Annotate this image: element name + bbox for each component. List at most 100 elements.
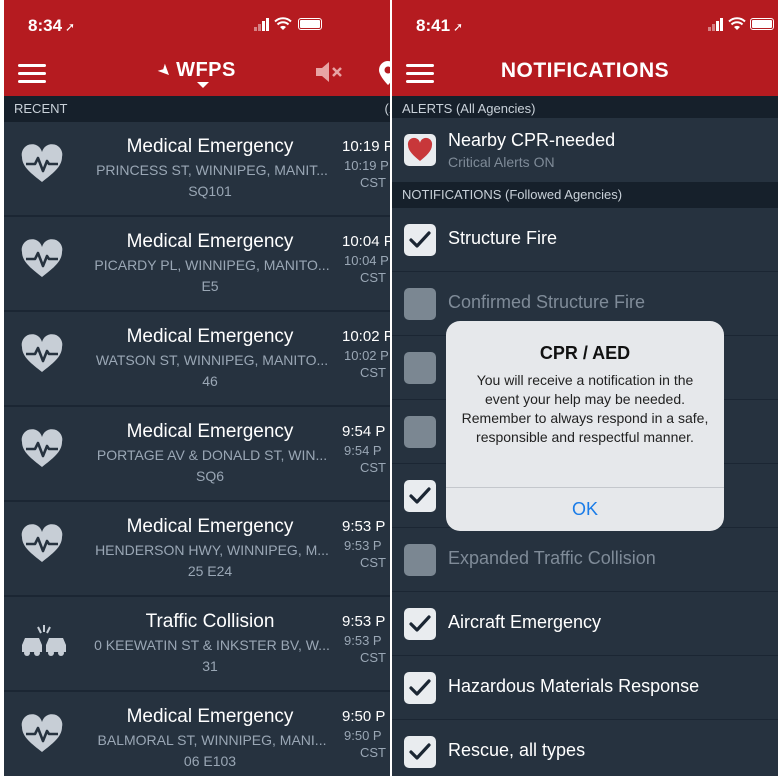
incident-time: 9:50 P — [342, 708, 386, 725]
signal-bar-icon — [258, 24, 261, 31]
incident-timezone: CST — [360, 365, 386, 380]
incident-units: 25 E24 — [187, 563, 233, 579]
incident-row[interactable]: Medical Emergency PRINCESS ST, WINNIPEG, … — [4, 122, 390, 216]
notification-row[interactable]: Aircraft Emergency — [392, 592, 778, 656]
heart-pulse-icon — [20, 334, 64, 374]
signal-bar-icon — [254, 27, 257, 31]
checkbox[interactable] — [404, 608, 436, 640]
incident-address: 0 KEEWATIN ST & INKSTER BV, W... — [94, 637, 330, 653]
notification-row[interactable]: Structure Fire — [392, 208, 778, 272]
heart-icon — [407, 137, 433, 161]
incident-timezone: CST — [360, 270, 386, 285]
incident-address: BALMORAL ST, WINNIPEG, MANI... — [97, 732, 327, 748]
right-phone-screen: 8:41 ➚ NOTIFICATIONS ALERTS (All Agencies… — [392, 0, 778, 776]
incident-units: SQ6 — [195, 468, 224, 484]
notification-label: Rescue, all types — [448, 740, 586, 760]
checkmark-icon — [409, 487, 431, 504]
incident-time: 9:53 P — [342, 518, 386, 535]
checkbox[interactable] — [404, 480, 436, 512]
checkbox[interactable] — [404, 352, 436, 384]
incident-time: 10:19 P — [342, 138, 390, 155]
incident-timezone: CST — [360, 555, 386, 570]
notification-row[interactable]: Expanded Traffic Collision — [392, 528, 778, 592]
chevron-down-icon[interactable] — [197, 82, 209, 88]
notification-row[interactable]: Rescue, all types — [392, 720, 778, 776]
incident-row[interactable]: Medical Emergency PORTAGE AV & DONALD ST,… — [4, 407, 390, 501]
incident-title: Medical Emergency — [126, 421, 294, 442]
incident-title: Medical Emergency — [126, 136, 294, 157]
incident-row[interactable]: Traffic Collision 0 KEEWATIN ST & INKSTER… — [4, 597, 390, 691]
status-time: 8:41 ➚ — [416, 16, 464, 35]
signal-bar-icon — [262, 21, 265, 31]
page-title: NOTIFICATIONS — [500, 59, 670, 82]
status-bar: 8:34 ➚ — [4, 0, 390, 46]
incident-units: E5 — [201, 278, 219, 294]
incident-time: 9:53 P — [342, 613, 386, 630]
status-icons — [254, 17, 390, 31]
heart-pulse-icon — [20, 524, 64, 564]
speaker-mute-icon[interactable] — [314, 60, 344, 84]
car-crash-icon — [20, 619, 66, 659]
heart-pulse-icon — [20, 239, 64, 279]
cpr-toggle[interactable] — [404, 134, 436, 166]
incident-units: SQ101 — [188, 183, 232, 199]
checkbox[interactable] — [404, 224, 436, 256]
ok-button[interactable]: OK — [446, 488, 724, 531]
nav-bar: NOTIFICATIONS — [392, 46, 778, 96]
cpr-subtitle: Critical Alerts ON — [448, 154, 555, 170]
heart-pulse-icon — [20, 144, 64, 184]
notification-label: Aircraft Emergency — [448, 612, 602, 632]
incident-title: Traffic Collision — [145, 611, 275, 632]
cpr-alert-row[interactable]: Nearby CPR-needed Critical Alerts ON — [392, 118, 778, 182]
location-arrow-icon: ➚ — [453, 20, 464, 34]
notification-label: Hazardous Materials Response — [448, 676, 700, 696]
incident-address: HENDERSON HWY, WINNIPEG, M... — [95, 542, 329, 558]
cpr-aed-dialog: CPR / AED You will receive a notificatio… — [446, 321, 724, 531]
notification-label: Confirmed Structure Fire — [448, 292, 646, 312]
signal-bar-icon — [712, 24, 715, 31]
incident-row[interactable]: Medical Emergency HENDERSON HWY, WINNIPEG… — [4, 502, 390, 596]
recent-section-header: RECENT (1 — [4, 96, 390, 122]
incident-row[interactable]: Medical Emergency WATSON ST, WINNIPEG, MA… — [4, 312, 390, 406]
incident-title: Medical Emergency — [126, 516, 294, 537]
wifi-icon — [274, 17, 292, 30]
incident-time-secondary: 9:50 P — [344, 728, 382, 743]
incident-units: 06 E103 — [183, 753, 237, 769]
signal-bar-icon — [266, 18, 269, 31]
checkbox[interactable] — [404, 288, 436, 320]
incident-timezone: CST — [360, 175, 386, 190]
dialog-title: CPR / AED — [539, 343, 631, 363]
section-label: RECENT — [14, 101, 68, 116]
notification-label: Structure Fire — [448, 228, 558, 248]
incident-title: Medical Emergency — [126, 231, 294, 252]
status-time: 8:34 ➚ — [28, 16, 76, 35]
map-pin-icon[interactable] — [376, 60, 390, 86]
notification-row[interactable]: Hazardous Materials Response — [392, 656, 778, 720]
incident-timezone: CST — [360, 650, 386, 665]
checkbox[interactable] — [404, 544, 436, 576]
battery-icon — [750, 18, 774, 30]
incident-address: WATSON ST, WINNIPEG, MANITO... — [95, 352, 329, 368]
signal-bar-icon — [720, 18, 723, 31]
checkbox[interactable] — [404, 672, 436, 704]
incident-row[interactable]: Medical Emergency PICARDY PL, WINNIPEG, M… — [4, 217, 390, 311]
location-arrow-icon: ➚ — [65, 20, 76, 34]
signal-bar-icon — [708, 27, 711, 31]
incident-address: PRINCESS ST, WINNIPEG, MANIT... — [96, 162, 328, 178]
incident-units: 31 — [202, 658, 218, 674]
incident-row[interactable]: Medical Emergency BALMORAL ST, WINNIPEG, … — [4, 692, 390, 776]
wifi-icon — [728, 17, 746, 30]
incident-units: 46 — [202, 373, 218, 389]
incident-title: Medical Emergency — [126, 706, 294, 727]
checkmark-icon — [409, 679, 431, 696]
checkbox[interactable] — [404, 736, 436, 768]
incident-time: 9:54 P — [342, 423, 386, 440]
checkmark-icon — [409, 615, 431, 632]
incident-time-secondary: 9:53 P — [344, 538, 382, 553]
incident-time-secondary: 9:54 P — [344, 443, 382, 458]
checkbox[interactable] — [404, 416, 436, 448]
incident-address: PORTAGE AV & DONALD ST, WIN... — [96, 447, 328, 463]
heart-pulse-icon — [20, 714, 64, 754]
status-bar: 8:41 ➚ — [392, 0, 778, 46]
left-phone-screen: 8:34➚ ➤WFPS RECENT (1 Medi — [4, 0, 390, 776]
